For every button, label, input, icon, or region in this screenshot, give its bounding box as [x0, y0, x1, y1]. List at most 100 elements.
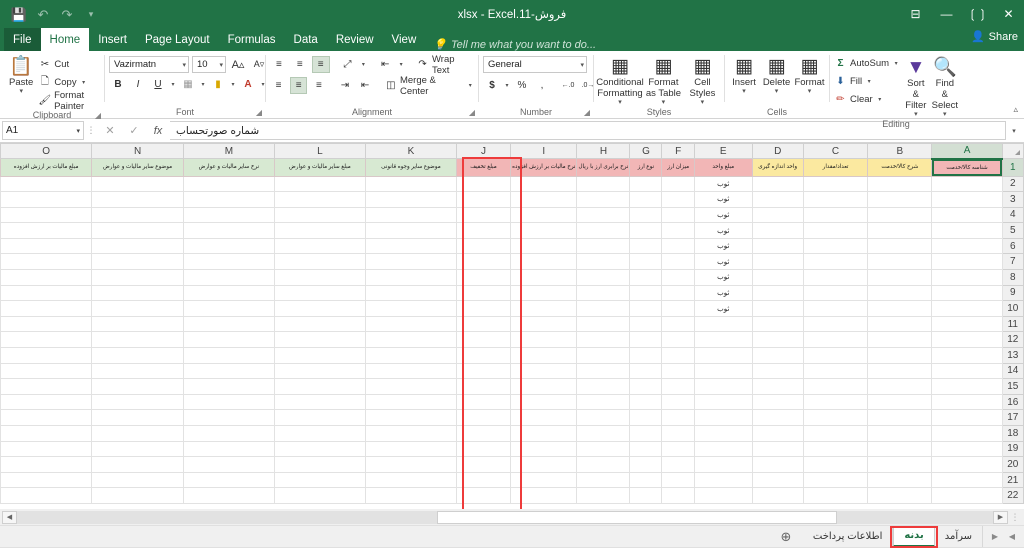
- cell-k18[interactable]: [364, 425, 457, 442]
- sheet-tab-badane[interactable]: بدنه: [893, 526, 935, 547]
- cell-f22[interactable]: [661, 487, 695, 504]
- cell-b7[interactable]: [867, 253, 933, 271]
- column-header-k[interactable]: K: [364, 143, 457, 159]
- cell-b8[interactable]: [867, 269, 933, 286]
- hscroll-thumb[interactable]: [436, 510, 837, 524]
- cell-i13[interactable]: [510, 347, 578, 364]
- cell-i8[interactable]: [510, 269, 578, 286]
- column-header-a[interactable]: A: [931, 143, 1003, 160]
- cell-m4[interactable]: [182, 206, 275, 224]
- row-header-5[interactable]: 5: [1001, 222, 1024, 239]
- italic-button[interactable]: I: [129, 76, 147, 93]
- column-header-f[interactable]: F: [661, 143, 695, 159]
- fill-color-button[interactable]: ▮: [209, 76, 227, 93]
- header-cell-j1[interactable]: مبلغ تخفیف: [455, 158, 512, 177]
- cell-m3[interactable]: [182, 191, 275, 208]
- fill-button[interactable]: ⬇ Fill ▾: [834, 73, 900, 90]
- cell-d21[interactable]: [751, 471, 804, 489]
- cell-d4[interactable]: [751, 206, 804, 224]
- cell-g6[interactable]: [629, 237, 663, 255]
- cell-e6[interactable]: ثوب: [693, 237, 753, 255]
- cell-c19[interactable]: [802, 440, 869, 458]
- increase-font-size-icon[interactable]: A▵: [229, 56, 247, 73]
- cell-e11[interactable]: [693, 315, 753, 333]
- cell-h4[interactable]: [576, 206, 631, 224]
- cell-m10[interactable]: [182, 300, 275, 317]
- cell-l20[interactable]: [273, 456, 366, 473]
- column-header-j[interactable]: J: [455, 143, 512, 159]
- column-header-m[interactable]: M: [182, 143, 275, 159]
- cell-c12[interactable]: [802, 331, 869, 349]
- cell-g7[interactable]: [629, 253, 663, 271]
- align-middle-icon[interactable]: ≡: [291, 56, 309, 73]
- cell-e8[interactable]: ثوب: [693, 269, 753, 286]
- cell-j12[interactable]: [455, 331, 512, 349]
- cell-a4[interactable]: [931, 206, 1003, 224]
- tab-formulas[interactable]: Formulas: [219, 28, 285, 51]
- cell-i9[interactable]: [510, 284, 578, 302]
- cell-c9[interactable]: [802, 284, 869, 302]
- cell-k3[interactable]: [364, 191, 457, 208]
- cell-h18[interactable]: [576, 425, 631, 442]
- cell-i10[interactable]: [510, 300, 578, 317]
- cell-j4[interactable]: [455, 206, 512, 224]
- cell-j5[interactable]: [455, 222, 512, 239]
- cell-j2[interactable]: [455, 175, 512, 193]
- cell-l19[interactable]: [273, 440, 366, 458]
- sheet-tab-saramad[interactable]: سرآمد: [935, 526, 983, 547]
- cell-e16[interactable]: [693, 393, 753, 411]
- tab-view[interactable]: View: [383, 28, 426, 51]
- cell-l5[interactable]: [273, 222, 366, 239]
- align-right-icon[interactable]: ≡: [310, 77, 327, 94]
- tab-data[interactable]: Data: [285, 28, 327, 51]
- cell-d22[interactable]: [751, 487, 804, 504]
- cell-i15[interactable]: [510, 378, 578, 395]
- cell-f8[interactable]: [661, 269, 695, 286]
- cell-b14[interactable]: [867, 362, 933, 380]
- cell-l14[interactable]: [273, 362, 366, 380]
- cell-i22[interactable]: [510, 487, 578, 504]
- cell-k13[interactable]: [364, 347, 457, 364]
- redo-icon[interactable]: ↷: [56, 4, 78, 24]
- tab-file[interactable]: File: [4, 28, 41, 51]
- next-sheet-icon[interactable]: ▶: [987, 528, 1003, 546]
- cell-o19[interactable]: [0, 440, 93, 458]
- row-header-20[interactable]: 20: [1001, 456, 1024, 473]
- cell-n12[interactable]: [91, 331, 184, 349]
- cell-j10[interactable]: [455, 300, 512, 317]
- cell-o11[interactable]: [0, 315, 93, 333]
- cell-l15[interactable]: [273, 378, 366, 395]
- cell-o10[interactable]: [0, 300, 93, 317]
- number-format-combo[interactable]: General ▾: [483, 56, 587, 73]
- cell-n21[interactable]: [91, 471, 184, 489]
- cell-c10[interactable]: [802, 300, 869, 317]
- cell-f17[interactable]: [661, 409, 695, 426]
- font-dialog-launcher[interactable]: ◢: [256, 106, 262, 119]
- cell-g10[interactable]: [629, 300, 663, 317]
- cell-j8[interactable]: [455, 269, 512, 286]
- cell-n14[interactable]: [91, 362, 184, 380]
- cell-o7[interactable]: [0, 253, 93, 271]
- scroll-right-icon[interactable]: ▶: [993, 510, 1008, 524]
- cell-e12[interactable]: [693, 331, 753, 349]
- first-sheet-icon[interactable]: ◀: [1004, 528, 1020, 546]
- cell-e20[interactable]: [693, 456, 753, 473]
- cell-f6[interactable]: [661, 237, 695, 255]
- row-header-6[interactable]: 6: [1001, 237, 1024, 255]
- cell-m8[interactable]: [182, 269, 275, 286]
- cell-n22[interactable]: [91, 487, 184, 504]
- row-header-3[interactable]: 3: [1001, 191, 1024, 208]
- cell-g3[interactable]: [629, 191, 663, 208]
- cell-h5[interactable]: [576, 222, 631, 239]
- cell-m22[interactable]: [182, 487, 275, 504]
- cell-a8[interactable]: [931, 269, 1003, 286]
- column-header-d[interactable]: D: [751, 143, 804, 159]
- cell-m13[interactable]: [182, 347, 275, 364]
- cell-h3[interactable]: [576, 191, 631, 208]
- cell-k19[interactable]: [364, 440, 457, 458]
- cell-n17[interactable]: [91, 409, 184, 426]
- cell-d17[interactable]: [751, 409, 804, 426]
- cell-l9[interactable]: [273, 284, 366, 302]
- cell-d11[interactable]: [751, 315, 804, 333]
- find-select-button[interactable]: 🔍 Find & Select ▾: [932, 55, 958, 118]
